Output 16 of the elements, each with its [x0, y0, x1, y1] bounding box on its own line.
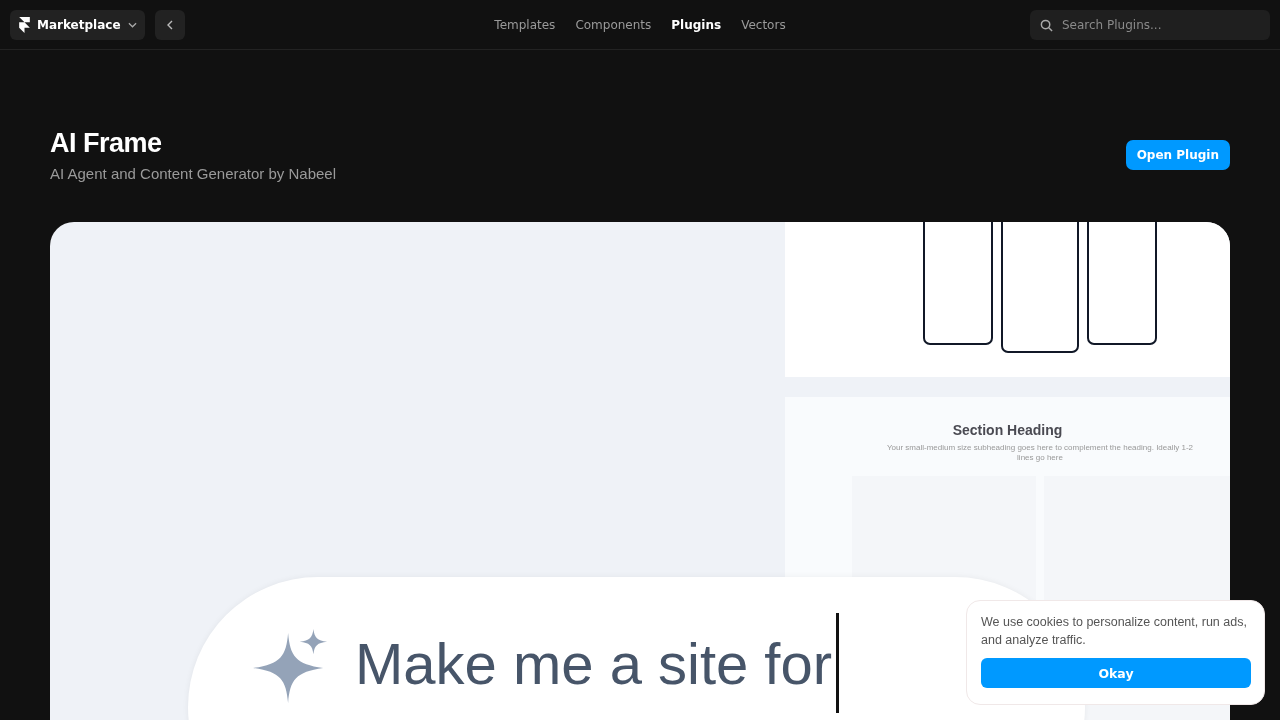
logo-icon	[19, 16, 30, 33]
marketplace-menu-button[interactable]: Marketplace	[10, 9, 145, 40]
cookie-message: We use cookies to personalize content, run ads, and analyze traffic.	[981, 614, 1248, 649]
nav-tab[interactable]: Templates	[494, 17, 556, 32]
plugin-subtitle: AI Agent and Content Generator by Nabeel	[50, 165, 337, 182]
section-heading: Section Heading	[951, 422, 1064, 438]
nav-tab[interactable]: Vectors	[741, 17, 786, 32]
search-field[interactable]: Search Plugins...	[1030, 9, 1270, 40]
chevron-left-icon	[166, 19, 173, 30]
back-button[interactable]	[154, 9, 185, 40]
nav-tab[interactable]: Components	[575, 17, 652, 32]
search-icon	[1040, 18, 1053, 32]
nav-tab[interactable]: Plugins	[671, 17, 722, 32]
chevron-down-icon	[127, 21, 137, 28]
plugin-title: AI Frame	[50, 128, 163, 159]
prompt-text: Make me a site for	[355, 630, 833, 698]
